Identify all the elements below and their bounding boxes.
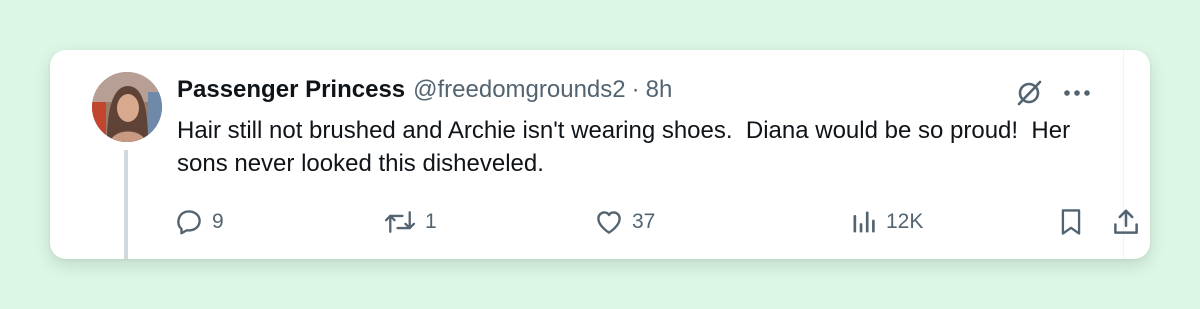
user-handle[interactable]: @freedomgrounds2 <box>413 76 625 104</box>
share-icon <box>1111 207 1141 237</box>
action-bar: 9 1 37 12K <box>170 202 1138 242</box>
views-button[interactable]: 12K <box>850 202 923 242</box>
separator: · <box>631 76 640 103</box>
like-button[interactable]: 37 <box>594 202 655 242</box>
bookmark-button[interactable] <box>1057 202 1085 242</box>
reply-button[interactable]: 9 <box>174 202 224 242</box>
views-count: 12K <box>886 210 924 233</box>
avatar[interactable] <box>92 72 162 142</box>
views-icon <box>850 208 878 236</box>
timestamp[interactable]: 8h <box>646 76 673 104</box>
grok-icon[interactable] <box>1012 76 1046 110</box>
repost-button[interactable]: 1 <box>383 202 437 242</box>
share-button[interactable] <box>1111 202 1141 242</box>
reply-icon <box>174 207 204 237</box>
repost-count: 1 <box>425 210 437 233</box>
repost-icon <box>383 207 417 237</box>
thread-line <box>124 150 128 259</box>
tweet-card[interactable]: Passenger Princess @freedomgrounds2 · 8h… <box>50 50 1150 259</box>
reply-count: 9 <box>212 210 224 233</box>
tweet-header: Passenger Princess @freedomgrounds2 · 8h <box>177 74 672 106</box>
tweet-text: Hair still not brushed and Archie isn't … <box>177 117 1077 177</box>
more-icon[interactable] <box>1060 76 1094 110</box>
like-count: 37 <box>632 210 656 233</box>
display-name[interactable]: Passenger Princess <box>177 76 405 104</box>
bookmark-icon <box>1057 207 1085 237</box>
like-icon <box>594 207 624 237</box>
